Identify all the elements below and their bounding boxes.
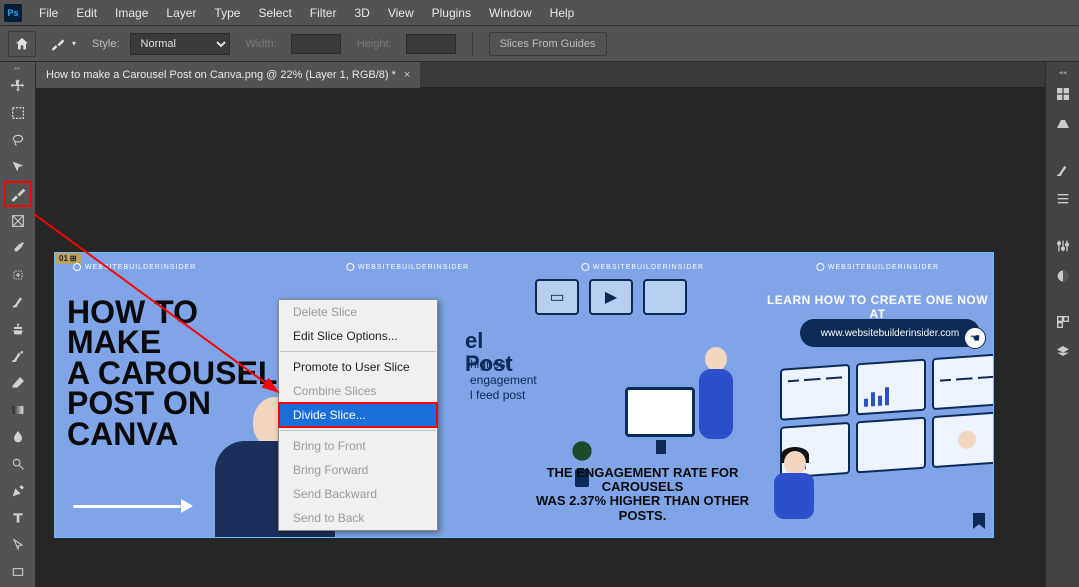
menu-edit[interactable]: Edit	[67, 2, 106, 24]
canvas-viewport[interactable]: 01⊞ WEBSITEBUILDERINSIDER HOW TO MAKE A …	[36, 88, 1045, 587]
marquee-tool[interactable]	[4, 100, 32, 126]
cursor-hand-icon: ☚	[964, 327, 986, 349]
bookmark-icon	[973, 513, 985, 529]
frame-tool[interactable]	[4, 208, 32, 234]
healing-brush-tool[interactable]	[4, 262, 32, 288]
eraser-tool[interactable]	[4, 370, 32, 396]
menu-bar: Ps File Edit Image Layer Type Select Fil…	[0, 0, 1079, 26]
brand-label: WEBSITEBUILDERINSIDER	[816, 263, 939, 271]
document-tab[interactable]: How to make a Carousel Post on Canva.png…	[36, 62, 420, 88]
menu-view[interactable]: View	[379, 2, 423, 24]
menu-select[interactable]: Select	[249, 2, 300, 24]
image-tile-icon: ▭	[535, 279, 579, 315]
width-label: Width:	[246, 38, 277, 50]
slice-context-menu: Delete Slice Edit Slice Options... Promo…	[278, 299, 438, 531]
cm-combine-slices: Combine Slices	[279, 379, 437, 403]
right-grip[interactable]: ◂◂	[1046, 68, 1079, 77]
cm-separator	[280, 351, 436, 352]
style-label: Style:	[92, 38, 120, 50]
artboard[interactable]: 01⊞ WEBSITEBUILDERINSIDER HOW TO MAKE A …	[54, 252, 994, 538]
app-icon: Ps	[4, 4, 22, 22]
slices-from-guides-button[interactable]: Slices From Guides	[489, 32, 607, 56]
video-tile-icon: ▶	[589, 279, 633, 315]
options-bar: ▾ Style: Normal Width: Height: Slices Fr…	[0, 26, 1079, 62]
rectangle-tool[interactable]	[4, 559, 32, 585]
cm-send-to-back: Send to Back	[279, 506, 437, 530]
carousel-panel-3: WEBSITEBUILDERINSIDER ▭ ▶ THE ENGAGEMENT…	[525, 253, 760, 537]
toolbar-grip[interactable]: ▸▸	[0, 64, 35, 72]
height-input[interactable]	[406, 34, 456, 54]
workspace: ▸▸ How to make a Carousel Post on Canva.…	[0, 62, 1079, 587]
home-button[interactable]	[8, 31, 36, 57]
menu-plugins[interactable]: Plugins	[423, 2, 480, 24]
layers-panel-icon[interactable]	[1050, 339, 1076, 365]
carousel-panel-4: WEBSITEBUILDERINSIDER LEARN HOW TO CREAT…	[760, 253, 994, 537]
menu-window[interactable]: Window	[480, 2, 541, 24]
brush-tool[interactable]	[4, 289, 32, 315]
menu-layer[interactable]: Layer	[157, 2, 205, 24]
slice-tool-indicator-icon: ▾	[46, 34, 76, 54]
brand-label: WEBSITEBUILDERINSIDER	[346, 263, 469, 271]
tile-row: ▭ ▶	[535, 279, 687, 315]
libraries-panel-icon[interactable]	[1050, 309, 1076, 335]
tools-panel: ▸▸	[0, 62, 36, 587]
swatches-panel-icon[interactable]	[1050, 111, 1076, 137]
color-panel-icon[interactable]	[1050, 81, 1076, 107]
menu-file[interactable]: File	[30, 2, 67, 24]
move-tool[interactable]	[4, 73, 32, 99]
menu-filter[interactable]: Filter	[301, 2, 346, 24]
panel4-headline: LEARN HOW TO CREATE ONE NOW AT	[760, 293, 994, 321]
cm-promote-to-user-slice[interactable]: Promote to User Slice	[279, 355, 437, 379]
history-brush-tool[interactable]	[4, 343, 32, 369]
brushes-panel-icon[interactable]	[1050, 157, 1076, 183]
brand-label: WEBSITEBUILDERINSIDER	[581, 263, 704, 271]
menu-type[interactable]: Type	[205, 2, 249, 24]
cm-edit-slice-options[interactable]: Edit Slice Options...	[279, 324, 437, 348]
arrow-icon	[73, 501, 193, 511]
document-tab-title: How to make a Carousel Post on Canva.png…	[46, 69, 396, 81]
cm-bring-forward: Bring Forward	[279, 458, 437, 482]
cm-separator	[280, 430, 436, 431]
right-panels-strip: ◂◂	[1045, 62, 1079, 587]
height-label: Height:	[357, 38, 392, 50]
menu-3d[interactable]: 3D	[345, 2, 378, 24]
cm-divide-slice[interactable]: Divide Slice...	[278, 402, 438, 428]
type-tool[interactable]	[4, 505, 32, 531]
panel3-caption: THE ENGAGEMENT RATE FOR CAROUSELS WAS 2.…	[525, 466, 760, 523]
blank-tile-icon	[643, 279, 687, 315]
cm-bring-to-front: Bring to Front	[279, 434, 437, 458]
dodge-tool[interactable]	[4, 451, 32, 477]
styles-panel-icon[interactable]	[1050, 263, 1076, 289]
blur-tool[interactable]	[4, 424, 32, 450]
quick-selection-tool[interactable]	[4, 154, 32, 180]
pen-tool[interactable]	[4, 478, 32, 504]
history-panel-icon[interactable]	[1050, 187, 1076, 213]
path-selection-tool[interactable]	[4, 532, 32, 558]
analyst-illustration	[764, 451, 824, 531]
adjustments-panel-icon[interactable]	[1050, 233, 1076, 259]
close-tab-icon[interactable]: ×	[404, 69, 410, 81]
menu-image[interactable]: Image	[106, 2, 157, 24]
panel4-url-pill: www.websitebuilderinsider.com ☚	[800, 319, 980, 347]
menu-help[interactable]: Help	[541, 2, 584, 24]
document-tab-strip: How to make a Carousel Post on Canva.png…	[36, 62, 1045, 88]
cm-send-backward: Send Backward	[279, 482, 437, 506]
cm-delete-slice: Delete Slice	[279, 300, 437, 324]
slice-tool[interactable]	[4, 181, 32, 207]
brand-label: WEBSITEBUILDERINSIDER	[73, 263, 196, 271]
eyedropper-tool[interactable]	[4, 235, 32, 261]
gradient-tool[interactable]	[4, 397, 32, 423]
clone-stamp-tool[interactable]	[4, 316, 32, 342]
width-input[interactable]	[291, 34, 341, 54]
style-select[interactable]: Normal	[130, 33, 230, 55]
lasso-tool[interactable]	[4, 127, 32, 153]
canvas-area: How to make a Carousel Post on Canva.png…	[36, 62, 1045, 587]
carousel-panel-1: WEBSITEBUILDERINSIDER HOW TO MAKE A CARO…	[55, 253, 290, 537]
